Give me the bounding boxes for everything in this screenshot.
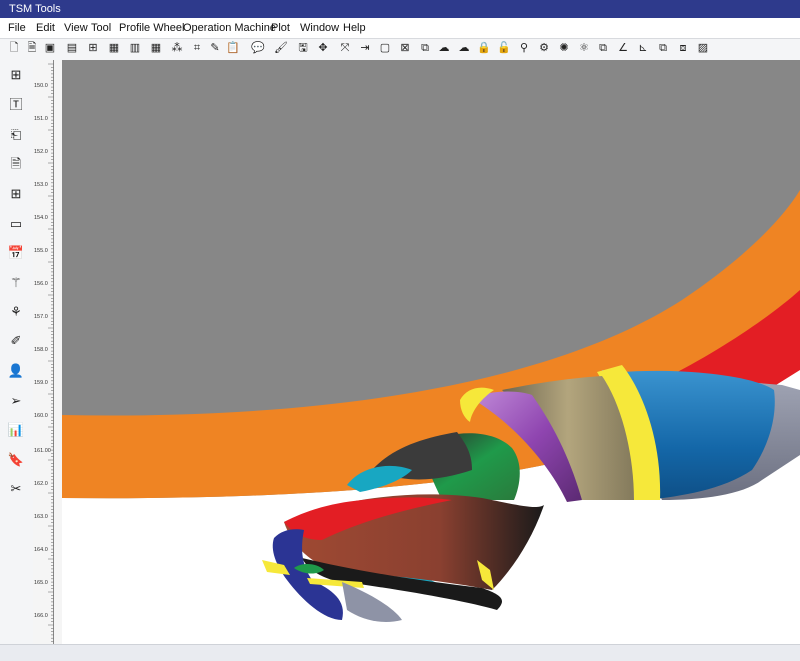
vertical-ruler: 150.0 151.0 152.0 153.0 154.0 155.0 156.…	[33, 60, 63, 644]
pattern-icon[interactable]: ▨	[696, 41, 710, 55]
person-icon[interactable]: 👤	[7, 362, 25, 380]
settings-icon[interactable]: ✺	[557, 41, 571, 55]
sprinkle-icon[interactable]: ⚚	[7, 274, 25, 292]
import-icon[interactable]: ⇥	[358, 41, 372, 55]
menu-file[interactable]: File	[8, 18, 26, 38]
left-tool-panel: ⊞ 🅃 ⎗ 🗎 ⊞ ▭ 📅 ⚚ ⚘ ✐ 👤 ➢ 📊 🔖 ✂	[0, 60, 34, 646]
cut-tool-icon[interactable]: ⚘	[7, 303, 25, 321]
overlay-icon[interactable]: ⧉	[656, 41, 670, 55]
duplicate-icon[interactable]: ⊾	[636, 41, 650, 55]
scissors-icon[interactable]: ✂	[7, 480, 25, 498]
comment-icon[interactable]: 💬	[251, 41, 265, 55]
ruler-label: 161.00	[34, 448, 51, 454]
ruler-label: 164.0	[34, 547, 48, 553]
panel-icon[interactable]: ▦	[107, 41, 121, 55]
ruler-label: 166.0	[34, 613, 48, 619]
unlock-icon[interactable]: 🔓	[497, 41, 511, 55]
ruler-label: 159.0	[34, 380, 48, 386]
text-tool-icon[interactable]: 🅃	[7, 96, 25, 114]
toolbar: 🗋 🗎 ▣ ▤ ⊞ ▦ ▥ ▦ ⁂ ⌗ ✎ 📋 💬 🖌 🖫 ✥ ⤧ ⇥ ▢ ⊠ …	[0, 38, 800, 61]
menu-bar: File Edit View Tool Profile Wheel Operat…	[0, 18, 800, 38]
calendar-icon[interactable]: 📅	[7, 244, 25, 262]
new-file-icon[interactable]: 🗋	[7, 41, 21, 55]
ruler-label: 154.0	[34, 215, 48, 221]
ruler-label: 158.0	[34, 347, 48, 353]
tool-render	[62, 60, 800, 644]
paint-icon[interactable]: ✐	[7, 332, 25, 350]
bookmark-icon[interactable]: 🔖	[7, 451, 25, 469]
ruler-label: 151.0	[34, 116, 48, 122]
menu-window[interactable]: Window	[300, 18, 339, 38]
node-graph-icon[interactable]: ⁂	[170, 41, 184, 55]
open-file-icon[interactable]: 🗎	[25, 41, 39, 55]
expand-icon[interactable]: ⤧	[338, 41, 352, 55]
add-panel-icon[interactable]: ⊞	[7, 185, 25, 203]
menu-edit[interactable]: Edit	[36, 18, 55, 38]
lock-icon[interactable]: 🔒	[477, 41, 491, 55]
ruler-label: 155.0	[34, 248, 48, 254]
menu-profile-wheel[interactable]: Profile Wheel	[119, 18, 184, 38]
hatch-icon[interactable]: ⧈	[676, 41, 690, 55]
crop-icon[interactable]: ⌗	[190, 41, 204, 55]
angle-icon[interactable]: ⧉	[596, 41, 610, 55]
layers-icon[interactable]: ⚛	[577, 41, 591, 55]
frame-icon[interactable]: ▢	[378, 41, 392, 55]
cloud-download-icon[interactable]: ☁	[457, 41, 471, 55]
gear-icon[interactable]: ⚙	[537, 41, 551, 55]
chart-axis-icon[interactable]: ∠	[616, 41, 630, 55]
save-disk-icon[interactable]: 🖫	[296, 41, 310, 55]
ruler-label: 163.0	[34, 514, 48, 520]
clip-icon[interactable]: ⎗	[7, 126, 25, 144]
title-bar: TSM Tools	[0, 0, 800, 18]
ruler-label: 162.0	[34, 481, 48, 487]
ruler-label: 156.0	[34, 281, 48, 287]
link-icon[interactable]: ⚲	[517, 41, 531, 55]
bar-chart-icon[interactable]: 📊	[7, 421, 25, 439]
menu-view[interactable]: View	[64, 18, 88, 38]
no-crop-icon[interactable]: ⊠	[398, 41, 412, 55]
brush-icon[interactable]: 🖌	[274, 41, 288, 55]
app-title: TSM Tools	[9, 3, 61, 15]
3d-viewport[interactable]	[62, 60, 800, 644]
menu-plot[interactable]: Plot	[271, 18, 290, 38]
window-icon[interactable]: ▭	[7, 215, 25, 233]
menu-operation-machine[interactable]: Operation Machine	[183, 18, 276, 38]
move-icon[interactable]: ✥	[316, 41, 330, 55]
ruler-label: 165.0	[34, 580, 48, 586]
document-icon[interactable]: 🗎	[7, 155, 25, 173]
cloud-upload-icon[interactable]: ☁	[437, 41, 451, 55]
pencil-icon[interactable]: ✎	[208, 41, 222, 55]
clipboard-icon[interactable]: 📋	[226, 41, 240, 55]
menu-help[interactable]: Help	[343, 18, 366, 38]
columns-icon[interactable]: ▥	[128, 41, 142, 55]
ruler-label: 150.0	[34, 83, 48, 89]
ruler-label: 157.0	[34, 314, 48, 320]
status-bar	[0, 644, 800, 661]
table-icon[interactable]: ▦	[149, 41, 163, 55]
copy-icon[interactable]: ⧉	[418, 41, 432, 55]
save-icon[interactable]: ▣	[43, 41, 57, 55]
send-icon[interactable]: ➢	[7, 392, 25, 410]
menu-tool[interactable]: Tool	[91, 18, 111, 38]
grid-icon[interactable]: ⊞	[86, 41, 100, 55]
ruler-label: 153.0	[34, 182, 48, 188]
dashboard-icon[interactable]: ⊞	[7, 66, 25, 84]
ruler-label: 160.0	[34, 413, 48, 419]
ruler-label: 152.0	[34, 149, 48, 155]
layout-icon[interactable]: ▤	[65, 41, 79, 55]
